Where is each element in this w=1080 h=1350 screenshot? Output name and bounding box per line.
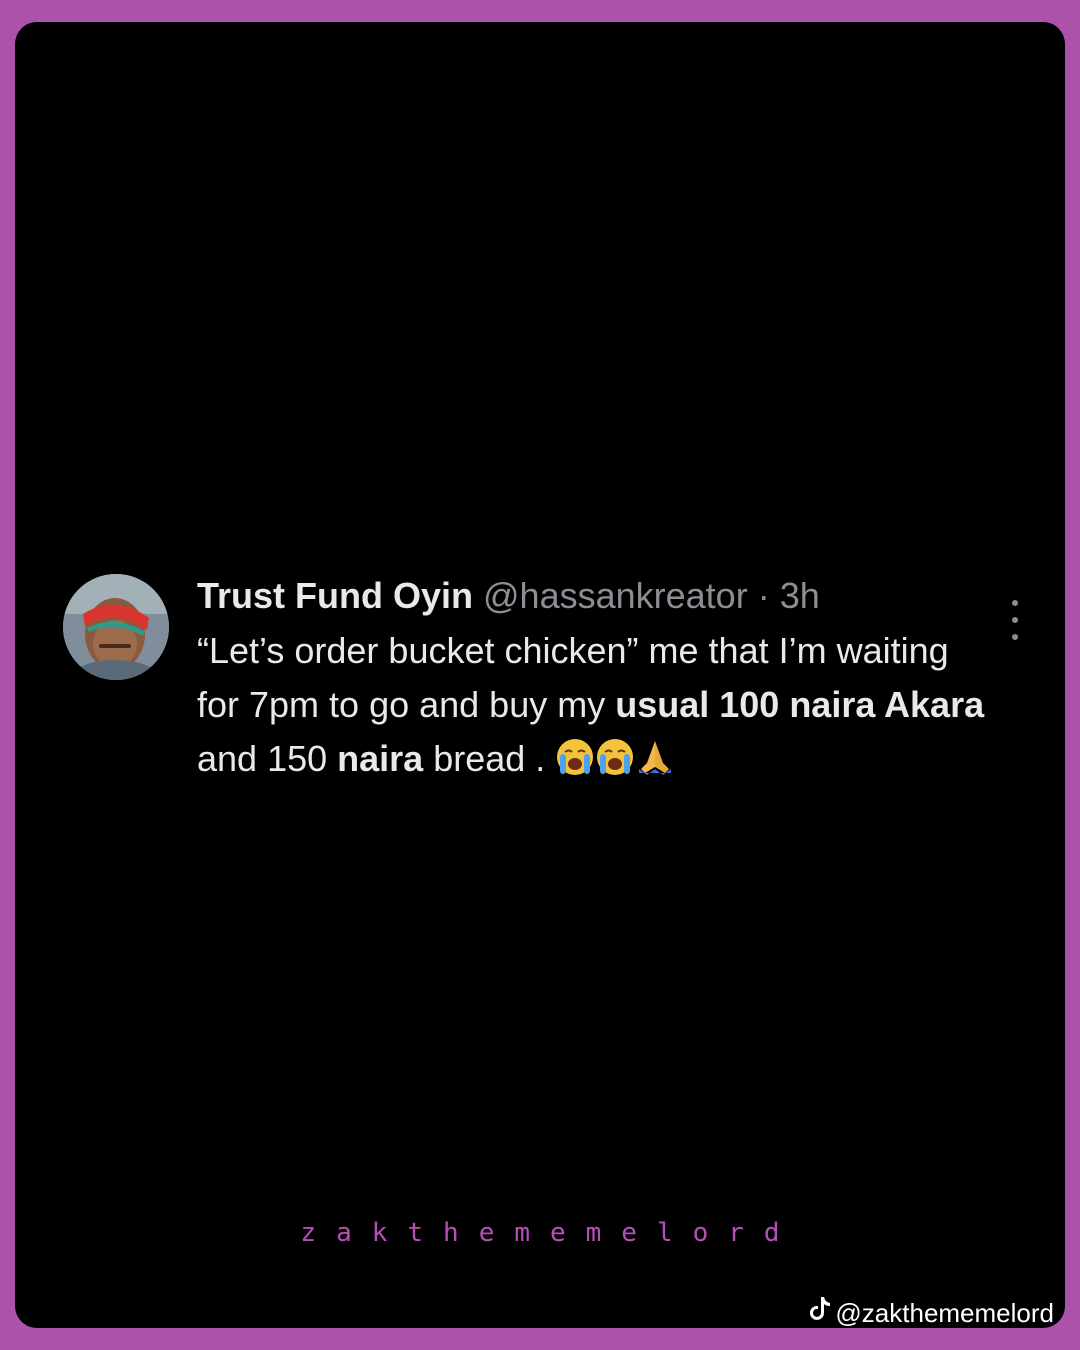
more-options-icon[interactable] [1007,600,1023,640]
watermark-text: zakthememelord [300,1218,800,1248]
tweet-body: Trust Fund Oyin @hassankreator · 3h “Let… [197,572,997,792]
tweet-header: Trust Fund Oyin @hassankreator · 3h [197,572,997,620]
tiktok-username: @zakthememelord [835,1298,1054,1328]
menu-dot [1012,600,1018,606]
crying-face-icon [595,737,635,792]
user-handle[interactable]: @hassankreator [483,575,748,616]
tiktok-watermark: @zakthememelord [809,1296,1054,1330]
tweet-card: Trust Fund Oyin @hassankreator · 3h “Let… [15,22,1065,1328]
display-name[interactable]: Trust Fund Oyin [197,575,473,616]
timestamp[interactable]: 3h [780,575,820,616]
separator-dot: · [757,575,770,616]
menu-dot [1012,617,1018,623]
menu-dot [1012,634,1018,640]
tweet-text: “Let’s order bucket chicken” me that I’m… [197,624,997,792]
tweet-text-bold: usual 100 naira Akara [615,684,985,725]
tweet-text-part: bread . [423,738,546,779]
tweet-text-part: and 150 [197,738,338,779]
tweet-text-bold: naira [337,738,424,779]
avatar[interactable] [63,574,169,680]
tiktok-icon [809,1296,831,1330]
folded-hands-icon [635,737,675,792]
crying-face-icon [555,737,595,792]
